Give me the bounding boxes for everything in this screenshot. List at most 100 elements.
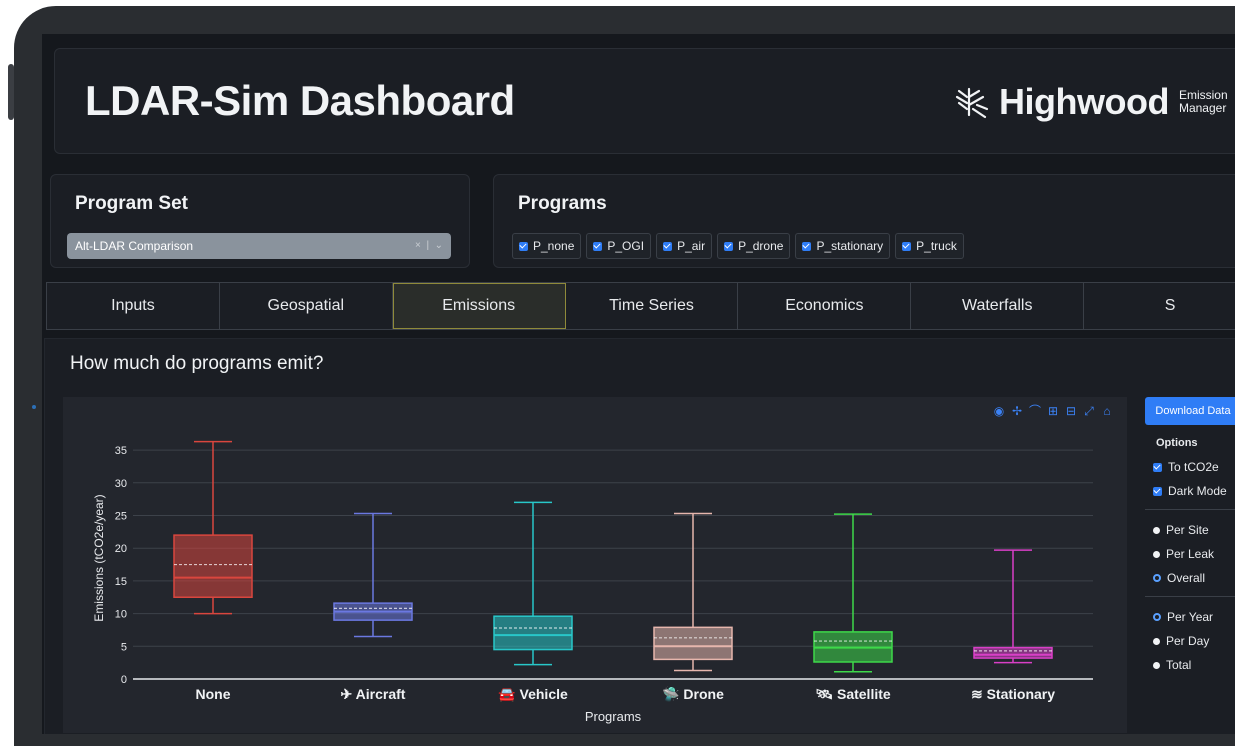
program-label: P_air (677, 239, 706, 253)
radio-per-leak[interactable]: Per Leak (1153, 542, 1235, 566)
programs-checklist: P_none P_OGI P_air P_drone P_stationary P_tru… (512, 233, 964, 259)
y-tick-label: 10 (115, 609, 127, 621)
scope-radio-group: Per Site Per Leak Overall (1145, 518, 1235, 590)
tab-economics[interactable]: Economics (738, 283, 912, 329)
tab-geospatial[interactable]: Geospatial (220, 283, 393, 329)
logo-sub-line2: Manager (1178, 101, 1227, 115)
period-radio-group: Per Year Per Day Total (1145, 605, 1235, 677)
category-label-satellite: 🛰 Satellite (815, 686, 891, 702)
radio-icon[interactable] (1153, 661, 1160, 669)
program-set-title: Program Set (75, 193, 188, 214)
checkbox-icon[interactable] (1153, 462, 1162, 472)
radio-icon[interactable] (1153, 526, 1160, 534)
radio-overall[interactable]: Overall (1153, 566, 1235, 590)
home-icon[interactable]: ⌂ (1101, 405, 1113, 417)
radio-label: Per Site (1166, 523, 1209, 537)
checkbox-icon[interactable] (1153, 486, 1162, 496)
category-label-stationary: ≋ Stationary (971, 686, 1055, 702)
tab-emissions[interactable]: Emissions (392, 283, 566, 329)
radio-icon[interactable] (1153, 574, 1161, 582)
radio-per-site[interactable]: Per Site (1153, 518, 1235, 542)
divider (1145, 596, 1235, 597)
checkbox-icon[interactable] (802, 241, 812, 251)
radio-total[interactable]: Total (1153, 653, 1235, 677)
checkbox-icon[interactable] (902, 241, 912, 251)
box-none (173, 534, 253, 598)
box-vehicle (493, 615, 573, 651)
chart-canvas: 0 5 10 15 20 25 30 35 Emissions (tCO2e/year) Prog… (92, 440, 1093, 724)
category-label-aircraft: ✈ Aircraft (341, 686, 406, 702)
y-tick-label: 15 (115, 576, 127, 588)
dashboard-screen: LDAR-Sim Dashboard Highwood Emission Man… (42, 34, 1235, 734)
box-drone (653, 626, 733, 661)
option-to-tco2e[interactable]: To tCO2e (1153, 455, 1235, 479)
section-title: How much do programs emit? (70, 353, 324, 374)
program-label: P_truck (916, 239, 957, 253)
radio-label: Overall (1167, 571, 1206, 585)
options-panel: Download Data Options To tCO2e Dark Mode … (1145, 397, 1235, 677)
options-title: Options (1156, 437, 1198, 449)
emissions-section: How much do programs emit? ◉ ✢ ⌒ ⊞ ⊟ ⤢ ⌂… (44, 338, 1235, 734)
options-checklist: To tCO2e Dark Mode (1145, 455, 1235, 503)
logo-subtitle: Emission Manager (1179, 89, 1228, 115)
tab-waterfalls[interactable]: Waterfalls (911, 283, 1085, 329)
select-controls: × | ⌄ (415, 240, 443, 251)
zoom-in-icon[interactable]: ⊞ (1047, 405, 1059, 417)
category-label-vehicle: 🚘 Vehicle (498, 686, 568, 703)
program-chip-p-truck[interactable]: P_truck (895, 233, 964, 259)
radio-per-day[interactable]: Per Day (1153, 629, 1235, 653)
program-label: P_none (533, 239, 575, 253)
logo-name: Highwood (999, 81, 1169, 122)
programs-title: Programs (518, 193, 607, 214)
radio-icon[interactable] (1153, 613, 1161, 621)
program-set-card: Program Set Alt-LDAR Comparison × | ⌄ (50, 174, 470, 268)
radio-label: Per Day (1166, 634, 1210, 648)
box-stationary (973, 646, 1053, 659)
option-label: Dark Mode (1168, 484, 1227, 498)
highwood-logo-icon (955, 87, 989, 119)
x-axis-title: Programs (585, 709, 642, 724)
y-tick-label: 5 (121, 641, 127, 653)
radio-icon[interactable] (1153, 550, 1160, 558)
program-chip-p-ogi[interactable]: P_OGI (586, 233, 652, 259)
tab-inputs[interactable]: Inputs (47, 283, 220, 329)
checkbox-icon[interactable] (519, 241, 528, 251)
checkbox-icon[interactable] (593, 241, 603, 251)
lasso-icon[interactable]: ⌒ (1029, 405, 1041, 417)
camera-dot (32, 405, 36, 409)
program-chip-p-drone[interactable]: P_drone (717, 233, 791, 259)
page-title: LDAR-Sim Dashboard (85, 77, 515, 124)
header: LDAR-Sim Dashboard Highwood Emission Man… (54, 48, 1235, 154)
y-tick-label: 35 (115, 445, 127, 457)
box-plot: ◉ ✢ ⌒ ⊞ ⊟ ⤢ ⌂ 0 5 10 15 20 25 30 35 Emissions (t… (63, 397, 1127, 733)
pan-icon[interactable]: ✢ (1011, 405, 1023, 417)
checkbox-icon[interactable] (724, 241, 734, 251)
category-label-drone: 🛸 Drone (662, 685, 724, 703)
chevron-down-icon[interactable]: ⌄ (435, 240, 443, 251)
plot-modebar: ◉ ✢ ⌒ ⊞ ⊟ ⤢ ⌂ (993, 405, 1113, 417)
clear-icon[interactable]: × (415, 240, 421, 251)
tab-time-series[interactable]: Time Series (566, 283, 739, 329)
zoom-out-icon[interactable]: ⊟ (1065, 405, 1077, 417)
tablet-button (8, 64, 14, 120)
radio-label: Per Year (1167, 610, 1214, 624)
program-set-value: Alt-LDAR Comparison (75, 239, 194, 253)
checkbox-icon[interactable] (663, 241, 673, 251)
camera-icon[interactable]: ◉ (993, 405, 1005, 417)
programs-card: Programs P_none P_OGI P_air P_drone P_statio… (493, 174, 1235, 268)
program-chip-p-none[interactable]: P_none (512, 233, 582, 259)
radio-per-year[interactable]: Per Year (1153, 605, 1235, 629)
option-dark-mode[interactable]: Dark Mode (1153, 479, 1235, 503)
tab-s[interactable]: S (1084, 283, 1235, 329)
option-label: To tCO2e (1168, 460, 1219, 474)
radio-icon[interactable] (1153, 637, 1160, 645)
program-label: P_drone (738, 239, 784, 253)
autoscale-icon[interactable]: ⤢ (1083, 405, 1095, 417)
program-set-select[interactable]: Alt-LDAR Comparison × | ⌄ (67, 233, 451, 259)
y-tick-label: 20 (115, 543, 127, 555)
divider (1145, 509, 1235, 510)
program-label: P_OGI (607, 239, 645, 253)
download-data-button[interactable]: Download Data (1145, 397, 1235, 425)
program-chip-p-stationary[interactable]: P_stationary (795, 233, 891, 259)
program-chip-p-air[interactable]: P_air (656, 233, 713, 259)
